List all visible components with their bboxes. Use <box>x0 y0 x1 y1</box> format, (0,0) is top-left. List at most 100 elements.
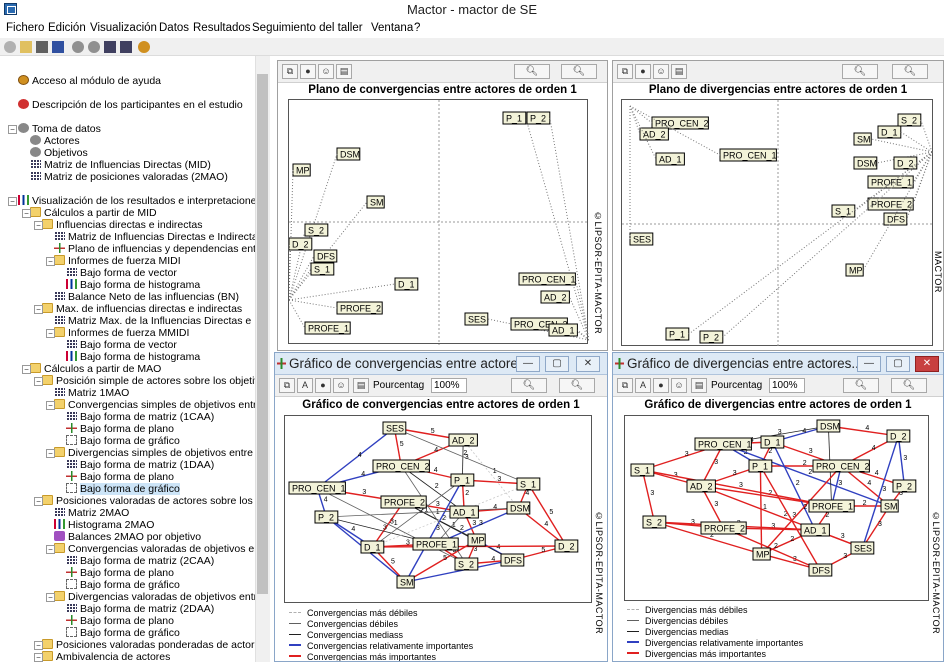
node-label: MP <box>296 166 310 176</box>
colors-icon[interactable]: ● <box>653 378 669 393</box>
menu-help[interactable]: ? <box>414 22 420 34</box>
help-icon[interactable] <box>138 41 150 53</box>
eye-icon[interactable] <box>72 41 84 53</box>
close-button[interactable]: ✕ <box>915 356 939 372</box>
grid-icon <box>66 603 77 613</box>
grid-icon[interactable] <box>120 41 132 53</box>
tree-expander[interactable]: − <box>46 593 55 602</box>
tree-expander[interactable]: − <box>8 197 17 206</box>
tree-expander[interactable]: − <box>22 209 31 218</box>
tree-item[interactable]: Matriz de posiciones valoradas (2MAO) <box>30 171 228 184</box>
plane-icon <box>66 423 77 433</box>
zoom-out-button[interactable]: 🔍︎ <box>559 378 595 393</box>
maximize-button[interactable]: ▢ <box>886 356 910 372</box>
tree-expander[interactable]: − <box>34 221 43 230</box>
zoom-select[interactable]: 100% <box>431 378 467 393</box>
copy-icon[interactable]: ⧉ <box>617 64 633 79</box>
close-button[interactable]: ✕ <box>576 356 600 372</box>
tree-expander[interactable]: − <box>46 257 55 266</box>
grid-icon[interactable] <box>104 41 116 53</box>
tree-expander[interactable]: − <box>34 653 43 662</box>
copy-icon[interactable]: ⧉ <box>279 378 295 393</box>
gear-icon[interactable] <box>4 41 16 53</box>
node-label: D_2 <box>897 159 914 169</box>
colors-icon[interactable]: ● <box>635 64 651 79</box>
edge-label: 2 <box>808 469 812 476</box>
plane-link <box>288 283 396 301</box>
folder-icon <box>54 399 65 409</box>
tree-expander[interactable]: − <box>46 449 55 458</box>
tree-expander[interactable]: − <box>34 641 43 650</box>
zoom-out-button[interactable]: 🔍︎ <box>892 64 928 79</box>
copy-icon[interactable]: ⧉ <box>282 64 298 79</box>
zoom-in-button[interactable]: 🔍︎ <box>511 378 547 393</box>
plane-point: D_1 <box>394 277 419 291</box>
edge-label: 2 <box>803 460 807 467</box>
text-icon[interactable]: A <box>635 378 651 393</box>
minimize-button[interactable]: — <box>516 356 540 372</box>
maximize-button[interactable]: ▢ <box>545 356 569 372</box>
people-icon[interactable]: ☺ <box>653 64 669 79</box>
zoom-in-button[interactable]: 🔍︎ <box>843 378 879 393</box>
tree-item[interactable]: Acceso al módulo de ayuda <box>18 75 161 88</box>
print-icon[interactable]: ▤ <box>353 378 369 393</box>
node-label: PRO_CEN_2 <box>816 462 870 472</box>
div-graph-caption: ©LIPSOR-EPITA-MACTOR <box>931 511 941 635</box>
plane-point: PRO_CEN_1 <box>518 272 576 286</box>
colors-icon[interactable]: ● <box>315 378 331 393</box>
menu-fichero[interactable]: Fichero <box>6 22 44 34</box>
print-icon[interactable] <box>36 41 48 53</box>
print-icon[interactable]: ▤ <box>671 64 687 79</box>
node-label: S_2 <box>646 518 662 528</box>
people-icon[interactable]: ☺ <box>671 378 687 393</box>
menu-edicion[interactable]: Edición <box>48 22 86 34</box>
graph-node: P_2 <box>892 479 917 493</box>
tree-scrollbar-thumb[interactable] <box>257 74 268 594</box>
eye-icon[interactable] <box>88 41 100 53</box>
zoom-in-button[interactable]: 🔍︎ <box>514 64 550 79</box>
save-icon[interactable] <box>52 41 64 53</box>
tree-item-label: Bajo forma de matriz (2CAA) <box>80 555 215 567</box>
menu-seguimiento[interactable]: Seguimiento del taller <box>252 22 363 34</box>
zoom-out-button[interactable]: 🔍︎ <box>891 378 927 393</box>
edge-label: 4 <box>493 504 497 511</box>
people-icon[interactable]: ☺ <box>333 378 349 393</box>
menu-resultados[interactable]: Resultados <box>193 22 251 34</box>
tree-expander[interactable]: − <box>46 401 55 410</box>
print-icon[interactable]: ▤ <box>336 64 352 79</box>
zoom-select[interactable]: 100% <box>769 378 805 393</box>
colors-icon[interactable]: ● <box>300 64 316 79</box>
legend-label: Divergencias más importantes <box>645 649 767 659</box>
people-icon[interactable]: ☺ <box>318 64 334 79</box>
div-graph-frame: 4344343322323434333232233233233212322333… <box>624 415 929 601</box>
text-icon[interactable]: A <box>297 378 313 393</box>
node-label: SES <box>633 235 651 245</box>
tree-expander[interactable]: − <box>8 125 17 134</box>
menu-visualizacion[interactable]: Visualización <box>90 22 157 34</box>
legend-swatch <box>627 631 639 632</box>
folder-icon <box>42 219 53 229</box>
zoom-in-button[interactable]: 🔍︎ <box>842 64 878 79</box>
legend-swatch <box>289 644 301 646</box>
tree-expander[interactable]: − <box>34 305 43 314</box>
tree-expander[interactable]: − <box>34 377 43 386</box>
tree-expander[interactable]: − <box>22 365 31 374</box>
tree-expander[interactable]: − <box>46 329 55 338</box>
tree-expander[interactable]: − <box>46 545 55 554</box>
menu-datos[interactable]: Datos <box>159 22 189 34</box>
tree-item-label: Actores <box>44 135 80 147</box>
copy-icon[interactable]: ⧉ <box>617 378 633 393</box>
plane-point: DSM <box>853 156 878 170</box>
open-icon[interactable] <box>20 41 32 53</box>
tree-item[interactable]: Ambivalencia de actores <box>42 651 170 662</box>
folder-icon <box>42 495 53 505</box>
zoom-out-button[interactable]: 🔍︎ <box>561 64 597 79</box>
minimize-button[interactable]: — <box>857 356 881 372</box>
node-label: D_1 <box>398 280 415 290</box>
menu-ventana[interactable]: Ventana <box>371 22 413 34</box>
div-graph-chart: 4344343322323434333232233233233212322333… <box>630 419 917 577</box>
tree-expander[interactable]: − <box>34 497 43 506</box>
print-icon[interactable]: ▤ <box>691 378 707 393</box>
plane-point: S_2 <box>304 223 329 237</box>
tree-item[interactable]: Descripción de los participantes en el e… <box>18 99 243 112</box>
